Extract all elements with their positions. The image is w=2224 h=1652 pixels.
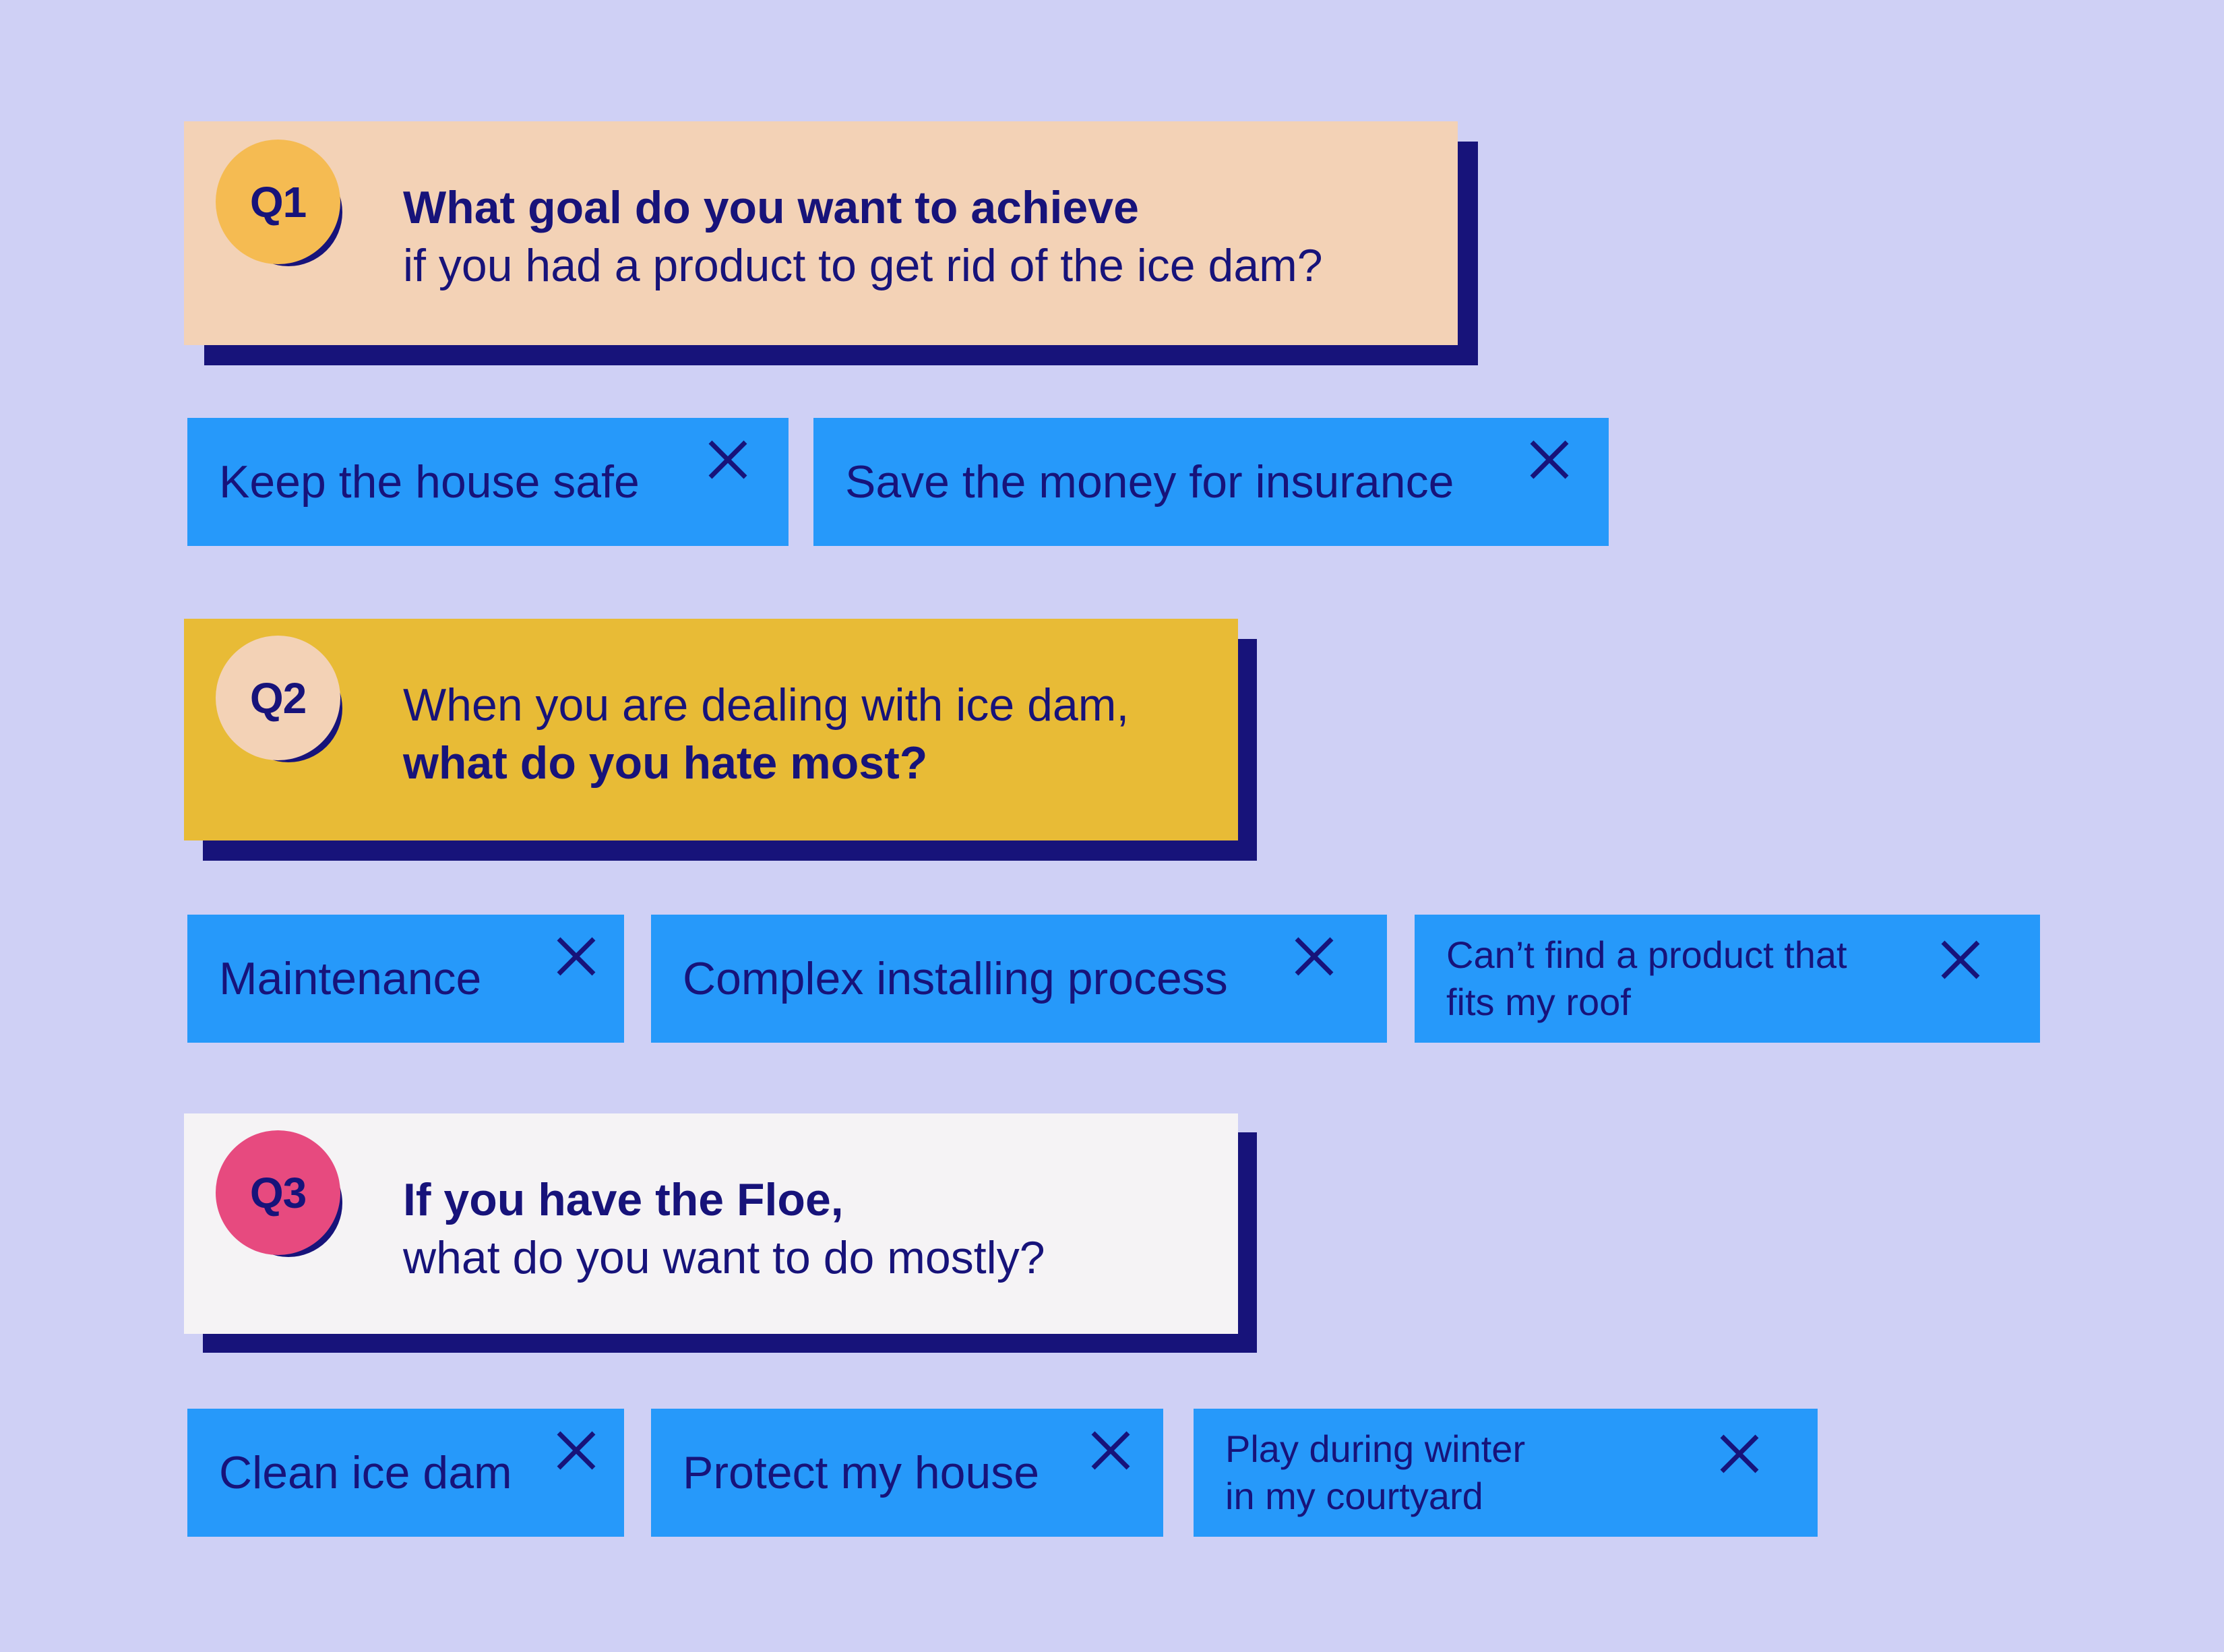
answer-label: Keep the house safe	[219, 456, 640, 508]
question-badge-q3: Q3	[216, 1130, 342, 1257]
answer-chip[interactable]: Can’t find a product that fits my roof	[1415, 915, 2040, 1043]
close-x-icon[interactable]	[1718, 1432, 1761, 1475]
question-text-q3: If you have the Floe, what do you want t…	[403, 1171, 1045, 1287]
close-x-icon[interactable]	[1528, 438, 1571, 481]
badge-label: Q2	[249, 673, 307, 723]
close-x-icon[interactable]	[555, 935, 598, 978]
answer-label: Clean ice dam	[219, 1447, 512, 1498]
question-line-2: if you had a product to get rid of the i…	[403, 240, 1323, 291]
answer-chip[interactable]: Play during winter in my courtyard	[1194, 1409, 1818, 1537]
answer-label: Can’t find a product that fits my roof	[1446, 931, 1847, 1026]
question-line-2: what do you want to do mostly?	[403, 1232, 1045, 1283]
answer-chip[interactable]: Complex installing process	[651, 915, 1387, 1043]
close-x-icon[interactable]	[1293, 935, 1336, 978]
answer-label-line: Can’t find a product that	[1446, 934, 1847, 976]
question-line-1: When you are dealing with ice dam,	[403, 679, 1130, 731]
answer-label-line: in my courtyard	[1225, 1475, 1483, 1517]
badge-label: Q3	[249, 1168, 307, 1217]
badge-face: Q3	[216, 1130, 340, 1255]
answer-chip[interactable]: Keep the house safe	[187, 418, 789, 546]
question-text-q2: When you are dealing with ice dam, what …	[403, 676, 1129, 792]
question-card-q1: Q1 What goal do you want to achieve if y…	[184, 121, 1478, 365]
survey-board: Q1 What goal do you want to achieve if y…	[0, 0, 2224, 1652]
badge-label: Q1	[249, 177, 307, 226]
answer-label: Save the money for insurance	[845, 456, 1454, 508]
answer-chip[interactable]: Save the money for insurance	[813, 418, 1609, 546]
answer-label: Maintenance	[219, 953, 482, 1004]
question-card-q3: Q3 If you have the Floe, what do you wan…	[184, 1113, 1257, 1353]
answer-label-line: Play during winter	[1225, 1428, 1526, 1470]
answer-label-line: fits my roof	[1446, 981, 1631, 1023]
question-line-2: what do you hate most?	[403, 737, 928, 789]
answer-label: Play during winter in my courtyard	[1225, 1426, 1525, 1520]
close-x-icon[interactable]	[706, 438, 749, 481]
question-badge-q1: Q1	[216, 140, 342, 266]
close-x-icon[interactable]	[555, 1429, 598, 1472]
question-line-1: If you have the Floe,	[403, 1174, 844, 1225]
answer-chip[interactable]: Maintenance	[187, 915, 624, 1043]
badge-face: Q2	[216, 636, 340, 760]
answer-chip[interactable]: Protect my house	[651, 1409, 1163, 1537]
close-x-icon[interactable]	[1089, 1429, 1132, 1472]
answer-label: Protect my house	[683, 1447, 1040, 1498]
answer-label: Complex installing process	[683, 953, 1228, 1004]
question-line-1: What goal do you want to achieve	[403, 182, 1139, 233]
close-x-icon[interactable]	[1939, 938, 1982, 981]
answer-chip[interactable]: Clean ice dam	[187, 1409, 624, 1537]
question-card-q2: Q2 When you are dealing with ice dam, wh…	[184, 619, 1257, 861]
badge-face: Q1	[216, 140, 340, 264]
question-badge-q2: Q2	[216, 636, 342, 762]
question-text-q1: What goal do you want to achieve if you …	[403, 179, 1323, 295]
